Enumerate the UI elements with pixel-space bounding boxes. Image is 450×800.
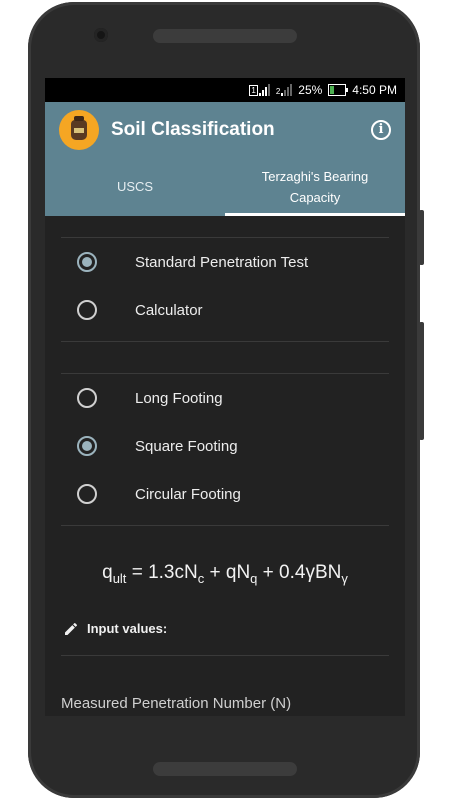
radio-long-footing[interactable]: Long Footing <box>61 374 389 422</box>
radio-label: Calculator <box>135 301 203 319</box>
power-button <box>419 210 424 265</box>
tab-terzaghi-bearing-capacity[interactable]: Terzaghi's Bearing Capacity <box>225 157 405 216</box>
app-logo <box>59 109 99 150</box>
radio-button-checked[interactable] <box>77 436 97 456</box>
radio-button[interactable] <box>77 484 97 504</box>
radio-circular-footing[interactable]: Circular Footing <box>61 470 389 518</box>
radio-label: Square Footing <box>135 437 238 455</box>
volume-button <box>419 322 424 440</box>
radio-button-checked[interactable] <box>77 252 97 272</box>
tab-uscs-label: USCS <box>116 179 154 194</box>
radio-standard-penetration-test[interactable]: Standard Penetration Test <box>61 238 389 286</box>
earpiece-speaker <box>153 29 297 43</box>
tab-uscs[interactable]: USCS <box>45 157 225 216</box>
clock: 4:50 PM <box>352 83 397 97</box>
front-camera <box>94 28 108 42</box>
info-icon[interactable]: i <box>371 119 391 140</box>
input-values-header: Input values: <box>61 616 389 642</box>
bearing-capacity-formula: qult = 1.3cNc + qNq + 0.4γBNγ <box>61 526 389 616</box>
battery-icon <box>328 84 349 96</box>
formula-term-2: + qN <box>204 562 251 583</box>
formula-term-3: + 0.4γBN <box>257 562 342 583</box>
radio-square-footing[interactable]: Square Footing <box>61 422 389 470</box>
tab-bar: USCS Terzaghi's Bearing Capacity <box>45 157 405 216</box>
penetration-number-input[interactable]: Measured Penetration Number (N) <box>45 684 405 716</box>
sim1-label: 1 <box>249 85 258 96</box>
main-content: Standard Penetration Test Calculator Lon… <box>45 216 405 656</box>
sim1-signal-icon: 1 <box>249 84 270 96</box>
battery-percent: 25% <box>298 83 323 97</box>
app-title: Soil Classification <box>111 118 275 140</box>
radio-label: Standard Penetration Test <box>135 253 309 271</box>
divider <box>61 654 389 656</box>
bottom-speaker <box>153 762 297 776</box>
sim2-signal-icon: 2 <box>275 84 293 96</box>
formula-term-1: = 1.3cN <box>126 562 198 583</box>
pencil-icon <box>65 622 78 635</box>
input-values-title: Input values: <box>87 621 168 637</box>
radio-button[interactable] <box>77 300 97 320</box>
formula-sub-gamma: γ <box>341 570 348 586</box>
radio-label: Long Footing <box>135 389 223 407</box>
radio-calculator[interactable]: Calculator <box>61 286 389 334</box>
tab-terzaghi-label: Terzaghi's Bearing Capacity <box>261 168 369 205</box>
formula-sub-ult: ult <box>112 570 127 586</box>
info-label: i <box>378 122 384 137</box>
screen: 1 2 25% 4:50 PM Soil Classification i US… <box>45 78 405 716</box>
status-bar: 1 2 25% 4:50 PM <box>45 78 405 102</box>
radio-label: Circular Footing <box>135 485 241 503</box>
app-bar: Soil Classification i <box>45 102 405 157</box>
sim2-label: 2 <box>275 87 281 96</box>
formula-q: q <box>102 562 113 583</box>
penetration-number-placeholder: Measured Penetration Number (N) <box>61 695 292 713</box>
radio-button[interactable] <box>77 388 97 408</box>
